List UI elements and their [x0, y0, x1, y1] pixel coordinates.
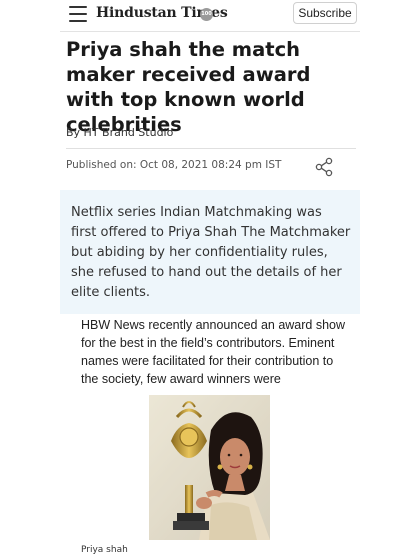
logo-badge: 100 — [200, 8, 213, 21]
published-date: Published on: Oct 08, 2021 08:24 pm IST — [66, 159, 282, 171]
article-summary-box: Netflix series Indian Matchmaking was fi… — [60, 190, 360, 314]
article-headline: Priya shah the match maker received awar… — [66, 38, 311, 136]
article-body: HBW News recently announced an award sho… — [81, 318, 346, 386]
subscribe-button[interactable]: Subscribe — [293, 2, 357, 24]
menu-icon[interactable] — [69, 6, 87, 22]
byline-divider — [66, 148, 356, 149]
share-icon[interactable] — [314, 157, 334, 177]
image-caption: Priya shah — [81, 545, 128, 555]
article-photo[interactable] — [149, 395, 270, 540]
top-bar: Hindustan Times 100 Subscribe — [0, 0, 420, 30]
header-divider — [60, 31, 360, 32]
byline[interactable]: By HT Brand Studio — [66, 126, 173, 139]
article-summary: Netflix series Indian Matchmaking was fi… — [71, 205, 351, 300]
